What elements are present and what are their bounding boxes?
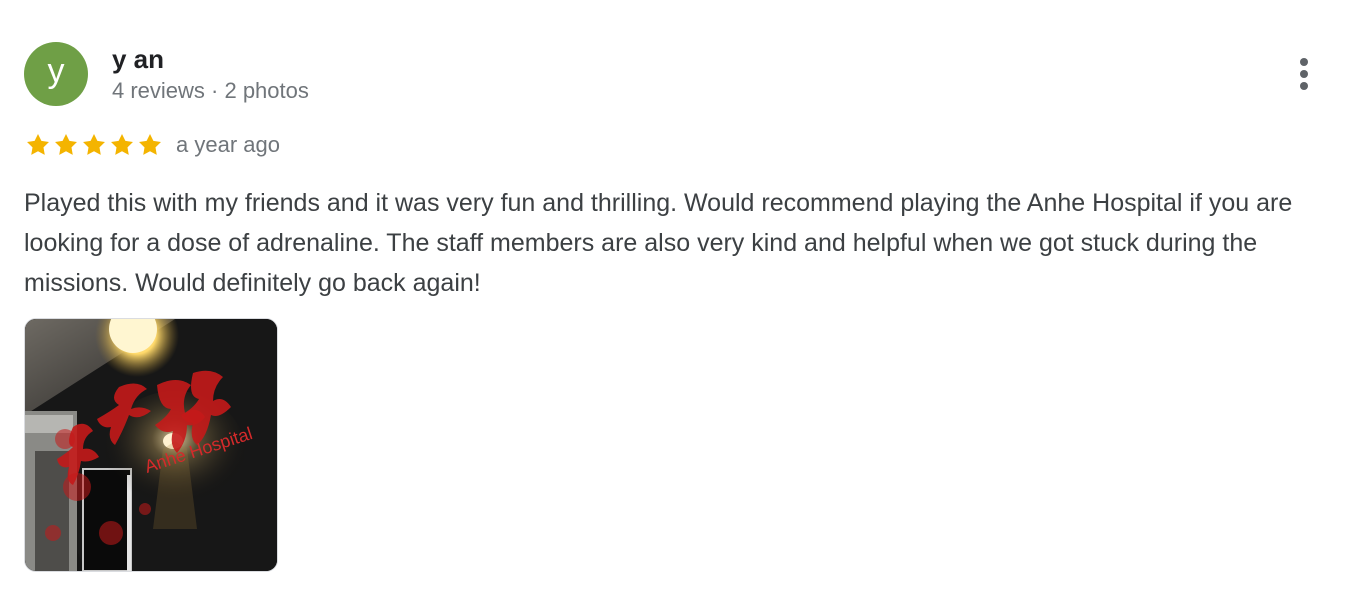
star-rating (24, 129, 164, 161)
star-icon (27, 134, 49, 155)
review-photo[interactable]: Anhe Hospital (24, 318, 278, 572)
star-icon (55, 134, 77, 155)
author-meta[interactable]: 4 reviews · 2 photos (112, 76, 309, 106)
review-text: Played this with my friends and it was v… (24, 189, 1293, 297)
more-options-button[interactable] (1288, 54, 1320, 94)
more-vertical-icon (1300, 58, 1308, 66)
star-icon (111, 134, 133, 155)
author-name[interactable]: y an (112, 43, 164, 75)
avatar[interactable]: y (24, 42, 88, 106)
review-photo-image: Anhe Hospital (25, 319, 277, 571)
more-vertical-icon (1300, 82, 1308, 90)
avatar-letter: y (47, 52, 65, 90)
star-icon (139, 134, 161, 155)
more-vertical-icon (1300, 70, 1308, 78)
review-date: a year ago (176, 132, 280, 157)
star-icon (83, 134, 105, 155)
